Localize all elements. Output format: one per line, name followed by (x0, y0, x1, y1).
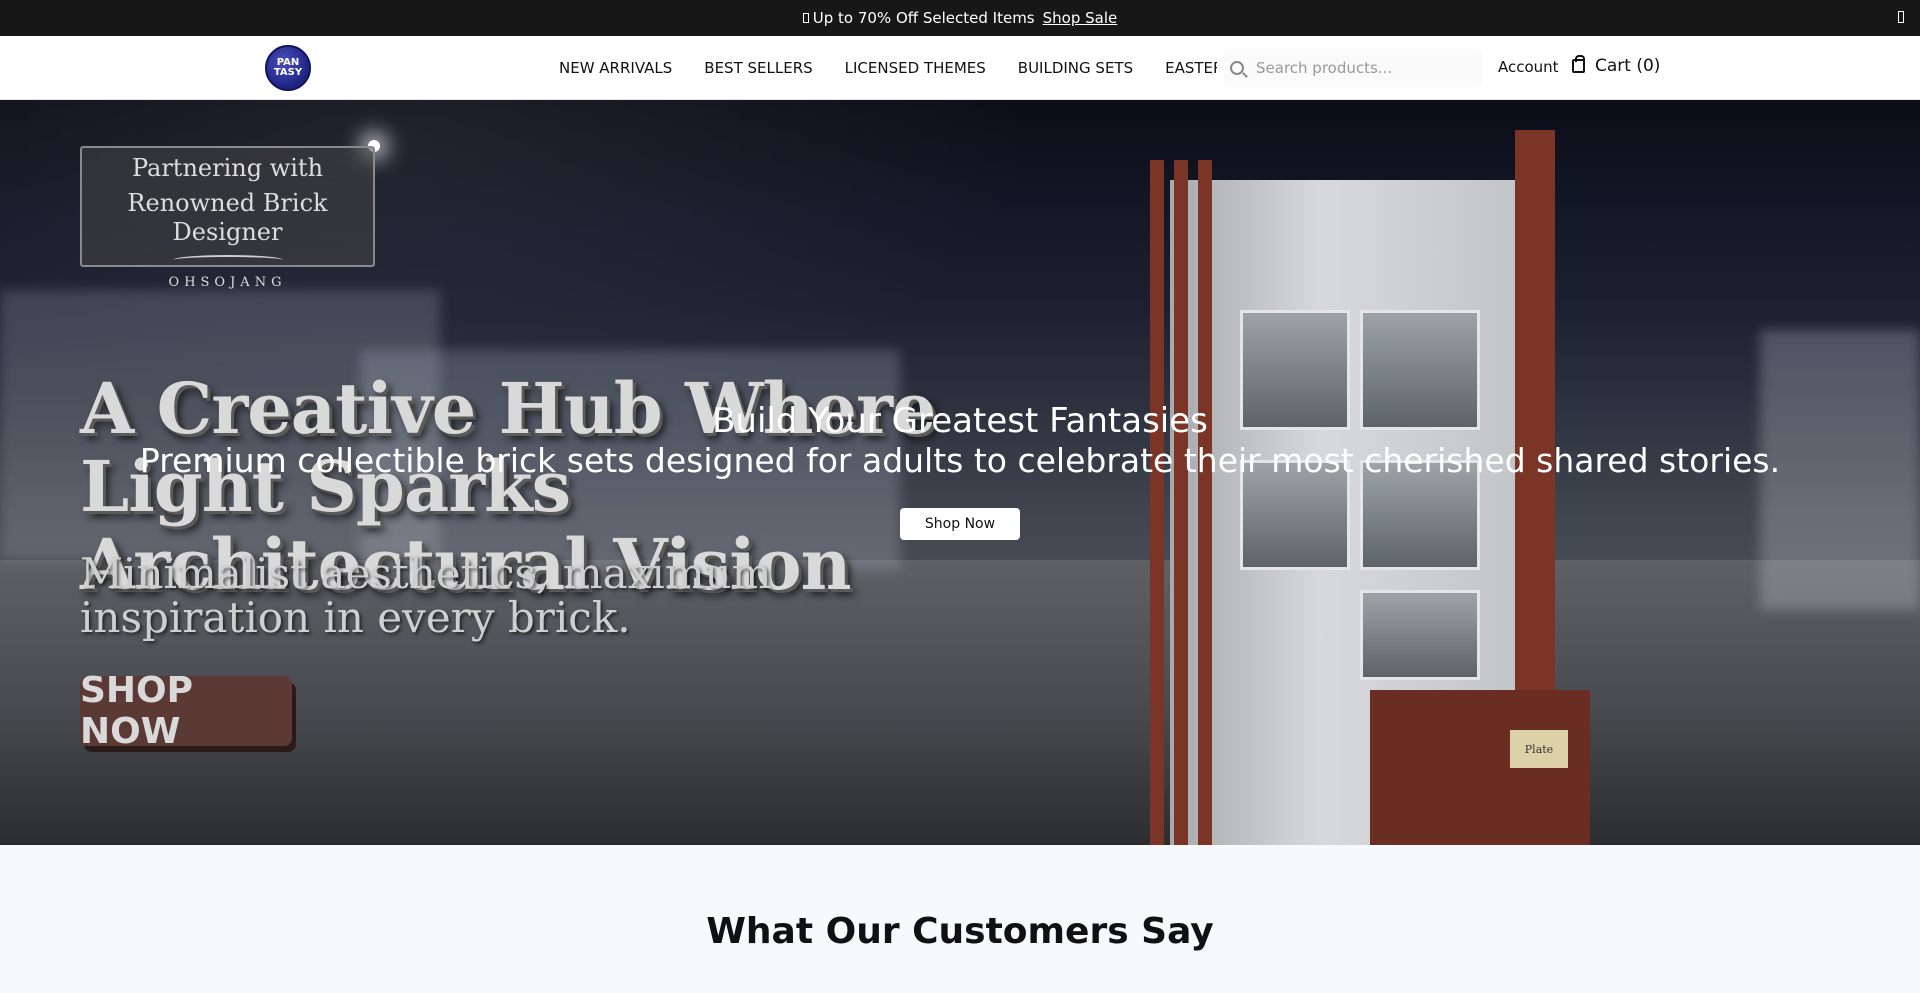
search-icon[interactable] (1230, 61, 1244, 75)
nav-item-building-sets[interactable]: BUILDING SETS (1018, 59, 1133, 77)
nav-item-eastern-culture[interactable]: EASTERN CU (1165, 59, 1217, 77)
banner-shop-now-graphic: SHOP NOW (80, 670, 292, 752)
announcement-text: Up to 70% Off Selected Items (812, 9, 1035, 27)
nav-item-licensed-themes[interactable]: LICENSED THEMES (845, 59, 986, 77)
cart-label: Cart (0) (1595, 56, 1661, 76)
main-nav: NEW ARRIVALS BEST SELLERS LICENSED THEME… (559, 36, 1217, 100)
announcement-bar: Up to 70% Off Selected Items Shop Sale (0, 0, 1920, 36)
hero-banner: Plate Partnering with Renowned Brick Des… (0, 100, 1920, 845)
swirl-ornament-icon (172, 255, 283, 265)
banner-subtitle: Minimalist aesthetics, maximum inspirati… (80, 549, 772, 642)
building-fin (1198, 160, 1212, 845)
section-heading: What Our Customers Say (706, 911, 1214, 952)
brand-logo[interactable]: PAN TASY (265, 45, 311, 91)
search-bar (1224, 49, 1482, 87)
close-icon[interactable] (1898, 11, 1904, 23)
shop-sale-link[interactable]: Shop Sale (1043, 9, 1118, 27)
building-window (1360, 590, 1480, 680)
site-header: PAN TASY NEW ARRIVALS BEST SELLERS LICEN… (0, 36, 1920, 100)
shopping-bag-icon (1572, 55, 1585, 73)
logo-text: PAN TASY (273, 57, 303, 78)
hero-subtitle: Premium collectible brick sets designed … (139, 441, 1781, 480)
building-fin (1150, 160, 1164, 845)
brick-building-model: Plate (1110, 130, 1670, 845)
cart-button[interactable]: Cart (0) (1572, 55, 1661, 76)
badge-brand: OHSOJANG (168, 275, 287, 290)
testimonials-section: What Our Customers Say (0, 845, 1920, 993)
account-link[interactable]: Account (1498, 58, 1559, 76)
badge-line: Partnering with (131, 154, 324, 182)
hero-title: Build Your Greatest Fantasies (712, 401, 1208, 441)
building-fin (1174, 160, 1188, 845)
nav-item-best-sellers[interactable]: BEST SELLERS (704, 59, 812, 77)
nav-item-new-arrivals[interactable]: NEW ARRIVALS (559, 59, 672, 77)
badge-line: Renowned Brick Designer (127, 189, 328, 246)
tag-icon (802, 13, 809, 23)
search-input[interactable] (1256, 59, 1476, 77)
storefront-sign: Plate (1510, 730, 1568, 768)
shop-now-button[interactable]: Shop Now (900, 508, 1020, 540)
designer-badge: Partnering with Renowned Brick Designer … (80, 146, 375, 290)
